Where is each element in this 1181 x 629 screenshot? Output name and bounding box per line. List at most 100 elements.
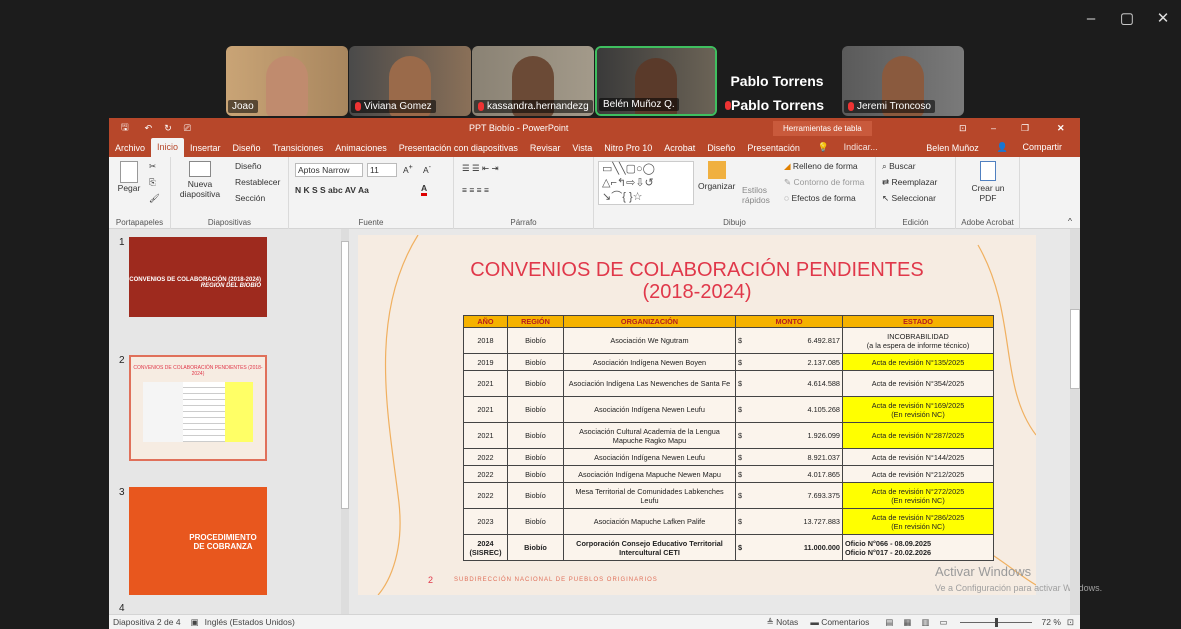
reading-view-icon[interactable]: ▥ <box>921 617 929 628</box>
bullets-icon[interactable]: ☰ ☰ ⇤ ⇥ <box>462 163 499 174</box>
organization-cell: Asociación Indígena Las Newenches de San… <box>563 370 736 397</box>
cut-icon[interactable]: ✂ <box>149 161 156 172</box>
slide-thumbnail-1[interactable]: CONVENIOS DE COLABORACIÓN (2018-2024) RE… <box>129 237 267 317</box>
undo-icon[interactable]: ↶ <box>145 123 153 134</box>
create-pdf-button[interactable]: Crear un PDF <box>962 161 1014 203</box>
replace-button[interactable]: ⇄ Reemplazar <box>882 177 937 188</box>
language-label[interactable]: Inglés (Estados Unidos) <box>205 617 295 627</box>
section-button[interactable]: Sección <box>235 193 265 203</box>
ribbon-home: Pegar ✂ ⎘ 🖌 Portapapeles Nueva diapositi… <box>109 157 1080 229</box>
collapse-ribbon-icon[interactable]: ^ <box>1068 216 1072 226</box>
close-button[interactable]: ✕ <box>1145 0 1181 36</box>
sorter-view-icon[interactable]: ▦ <box>903 617 911 628</box>
arrange-button[interactable]: Organizar <box>698 161 735 191</box>
zoom-thumb[interactable] <box>994 617 998 627</box>
shape-fill-button[interactable]: ◢ Relleno de forma <box>784 161 858 172</box>
powerpoint-window: 🖫 ↶ ↻ ⎚ PPT Biobío - PowerPoint Herramie… <box>109 118 1102 629</box>
copy-icon[interactable]: ⎘ <box>149 177 156 188</box>
currency-cell: $ <box>735 327 766 354</box>
user-name[interactable]: Belen Muñoz <box>920 143 985 153</box>
paint-bucket-icon: ◢ <box>784 161 791 171</box>
tab-table-layout[interactable]: Presentación <box>741 143 806 153</box>
currency-cell: $ <box>735 353 766 371</box>
tab-vista[interactable]: Vista <box>566 143 598 153</box>
font-format-buttons[interactable]: N K S S abc AV Aa <box>295 185 369 195</box>
font-color-icon[interactable]: A <box>421 183 428 196</box>
zoom-slider[interactable] <box>959 617 1032 627</box>
amount-cell: 11.000.000 <box>765 534 843 561</box>
tab-transiciones[interactable]: Transiciones <box>267 143 330 153</box>
participant-name-label: Belén Muñoz Q. <box>599 98 679 111</box>
tab-diseno[interactable]: Diseño <box>227 143 267 153</box>
scroll-thumb[interactable] <box>341 241 349 509</box>
slide-title[interactable]: CONVENIOS DE COLABORACIÓN PENDIENTES (20… <box>358 259 1036 303</box>
participant-tile[interactable]: Joao <box>226 46 348 116</box>
shapes-gallery[interactable]: ▭╲╲▢○◯ △⌐↰⇨⇩↺ ↘⌒{ }☆ <box>598 161 694 205</box>
thumb-number: 3 <box>119 487 125 498</box>
minimize-button[interactable]: – <box>1073 0 1109 36</box>
ribbon-options-icon[interactable]: ⊡ <box>959 123 967 134</box>
spellcheck-icon[interactable]: ▣ <box>191 617 199 628</box>
notes-button[interactable]: ≜ Notas <box>767 617 799 628</box>
amount-cell: 4.105.268 <box>765 396 843 423</box>
tab-revisar[interactable]: Revisar <box>524 143 567 153</box>
align-icons[interactable]: ≡ ≡ ≡ ≡ <box>462 185 489 195</box>
minimize-icon[interactable]: – <box>991 123 996 133</box>
organization-cell: Asociación Indígena Newen Boyen <box>563 353 736 371</box>
zoom-level[interactable]: 72 % <box>1042 617 1061 627</box>
thumbnail-scrollbar[interactable] <box>341 229 349 614</box>
normal-view-icon[interactable]: ▤ <box>885 617 893 628</box>
currency-cell: $ <box>735 534 766 561</box>
quick-styles-button[interactable]: Estilos rápidos <box>742 185 780 205</box>
tab-presentacion-diapositivas[interactable]: Presentación con diapositivas <box>393 143 524 153</box>
paste-button[interactable]: Pegar <box>115 161 143 193</box>
redo-icon[interactable]: ↻ <box>164 123 172 134</box>
participant-tile[interactable]: Viviana Gomez <box>349 46 471 116</box>
save-icon[interactable]: 🖫 <box>121 120 129 136</box>
participant-tile-active[interactable]: Belén Muñoz Q. <box>595 46 717 116</box>
column-header: REGIÓN <box>507 315 564 328</box>
comments-button[interactable]: ▬ Comentarios <box>810 617 869 627</box>
slide-thumbnail-2[interactable]: CONVENIOS DE COLABORACIÓN PENDIENTES (20… <box>129 355 267 461</box>
shrink-font-icon[interactable]: A- <box>423 163 431 175</box>
select-button[interactable]: ↖ Seleccionar <box>882 193 936 204</box>
tab-insertar[interactable]: Insertar <box>184 143 227 153</box>
close-icon[interactable]: ✕ <box>1057 123 1065 134</box>
scroll-thumb[interactable] <box>1070 309 1080 389</box>
present-icon[interactable]: ⎚ <box>184 123 191 134</box>
font-name-select[interactable]: Aptos Narrow <box>295 163 363 177</box>
tab-inicio[interactable]: Inicio <box>151 138 185 157</box>
organization-cell: Corporación Consejo Educativo Territoria… <box>563 534 736 561</box>
slide-thumbnail-3[interactable]: PROCEDIMIENTO DE COBRANZA <box>129 487 267 595</box>
maximize-icon[interactable]: ❐ <box>1021 123 1029 134</box>
tell-me-search[interactable]: 💡 Indicar... <box>806 142 890 153</box>
layout-button[interactable]: Diseño <box>235 161 261 171</box>
restore-button[interactable]: ▢ <box>1109 0 1145 36</box>
organization-cell: Mesa Territorial de Comunidades Labkench… <box>563 482 736 509</box>
format-painter-icon[interactable]: 🖌 <box>149 193 160 204</box>
slide-scrollbar[interactable] <box>1070 229 1080 614</box>
person-icon: 👤 <box>996 142 1008 152</box>
font-size-select[interactable]: 11 <box>367 163 397 177</box>
speaker-name-tile[interactable]: Pablo Torrens Pablo Torrens <box>721 46 833 116</box>
tab-table-design[interactable]: Diseño <box>701 143 741 153</box>
shape-outline-button[interactable]: ✎ Contorno de forma <box>784 177 864 188</box>
find-button[interactable]: ⌕ Buscar <box>882 161 916 172</box>
fit-slide-icon[interactable]: ⊡ <box>1067 617 1074 628</box>
tab-acrobat[interactable]: Acrobat <box>658 143 701 153</box>
grow-font-icon[interactable]: A+ <box>403 163 413 175</box>
reset-button[interactable]: Restablecer <box>235 177 280 187</box>
share-button[interactable]: 👤 Compartir <box>985 142 1074 153</box>
tab-animaciones[interactable]: Animaciones <box>329 143 393 153</box>
tab-archivo[interactable]: Archivo <box>109 143 151 153</box>
new-slide-button[interactable]: Nueva diapositiva <box>177 161 223 199</box>
slide-canvas[interactable]: CONVENIOS DE COLABORACIÓN PENDIENTES (20… <box>358 235 1036 595</box>
participant-tile[interactable]: kassandra.hernandezg <box>472 46 594 116</box>
participant-tile[interactable]: Jeremi Troncoso <box>842 46 964 116</box>
convenios-table[interactable]: AÑO REGIÓN ORGANIZACIÓN MONTO ESTADO 201… <box>463 315 994 561</box>
shape-effects-button[interactable]: ◌ Efectos de forma <box>784 193 856 203</box>
slideshow-view-icon[interactable]: ▭ <box>939 617 947 628</box>
status-line: Acta de revisión N°286/2025 <box>871 512 965 522</box>
currency-cell: $ <box>735 508 766 535</box>
tab-nitro[interactable]: Nitro Pro 10 <box>598 143 658 153</box>
